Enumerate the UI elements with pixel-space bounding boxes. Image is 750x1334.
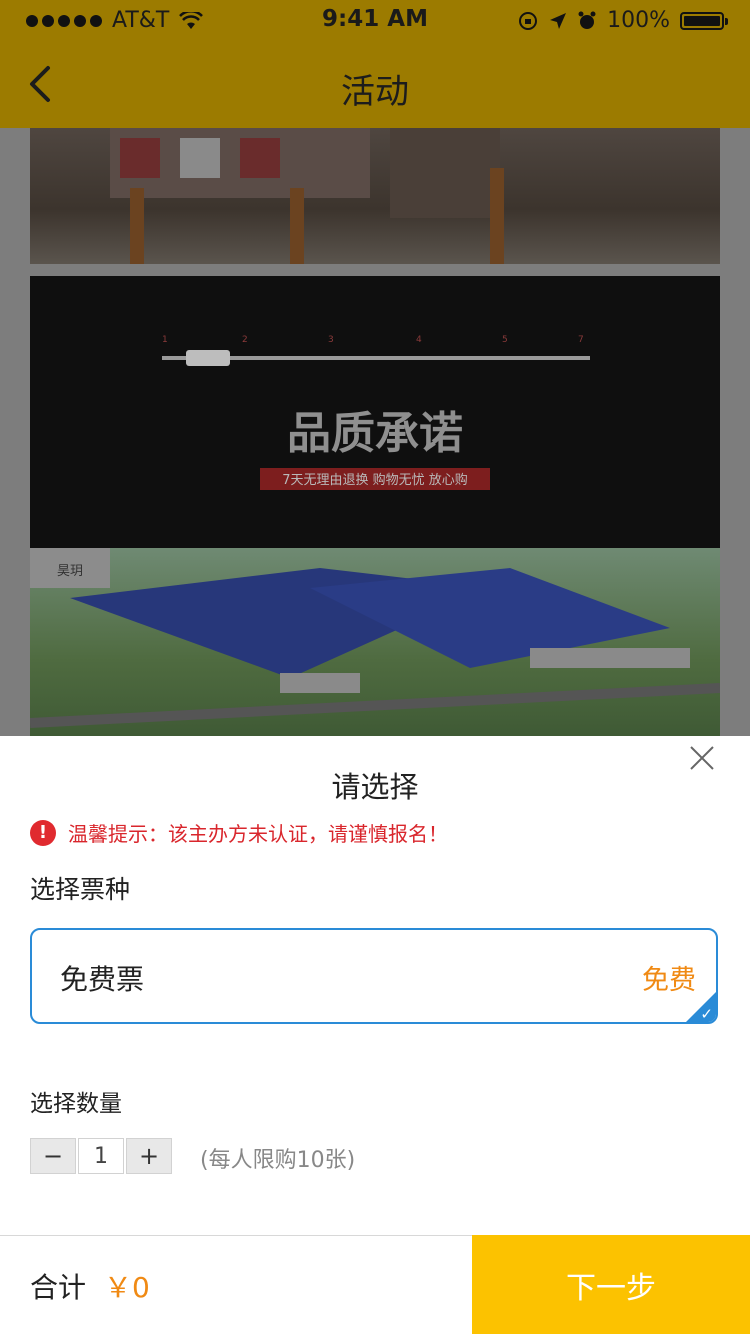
background-image-factory: 昊玥 xyxy=(30,548,720,736)
banner-subline: 7天无理由退换 购物无忧 放心购 xyxy=(282,472,468,488)
footer-bar: 合计 ￥0 下一步 xyxy=(0,1235,750,1334)
ticket-option-free[interactable]: 免费票 免费 ✓ xyxy=(30,928,718,1024)
scale-label-5: 5 xyxy=(502,335,508,345)
rotation-lock-icon xyxy=(519,11,538,30)
factory-logo: 昊玥 xyxy=(57,564,83,579)
close-icon[interactable] xyxy=(688,744,716,772)
scale-label-2: 2 xyxy=(242,335,248,345)
quantity-value[interactable]: 1 xyxy=(78,1138,124,1174)
increase-button[interactable]: + xyxy=(126,1138,172,1174)
top-bar: AT&T 9:41 AM 100% 活动 xyxy=(0,0,750,128)
total-amount: ￥0 xyxy=(104,1271,150,1304)
scale-label-7: 7 xyxy=(578,335,584,345)
background-image-furniture xyxy=(30,128,720,264)
quantity-stepper: − 1 + xyxy=(30,1138,172,1174)
purchase-limit-note: (每人限购10张) xyxy=(200,1148,356,1173)
battery-percent: 100% xyxy=(607,8,670,33)
total-area: 合计 ￥0 xyxy=(0,1235,472,1334)
decrease-button[interactable]: − xyxy=(30,1138,76,1174)
page-title: 活动 xyxy=(341,72,409,112)
location-icon xyxy=(550,12,567,29)
warning-icon: ! xyxy=(30,819,56,846)
total-label: 合计 xyxy=(30,1271,87,1304)
scale-label-3: 3 xyxy=(328,335,334,345)
status-right-group: 100% xyxy=(517,8,728,33)
status-bar: AT&T 9:41 AM 100% xyxy=(0,0,750,40)
check-icon: ✓ xyxy=(700,1005,713,1023)
warning-notice: ! 温馨提示：该主办方未认证，请谨慎报名！ xyxy=(30,818,448,847)
ticket-section-label: 选择票种 xyxy=(30,875,131,904)
background-image-quality-promise: 1 2 3 4 5 7 品质承诺 7天无理由退换 购物无忧 放心购 xyxy=(30,276,720,548)
scale-label-1: 1 xyxy=(162,335,168,345)
next-step-button[interactable]: 下一步 xyxy=(472,1235,750,1334)
battery-icon xyxy=(680,11,728,30)
quantity-section-label: 选择数量 xyxy=(30,1091,122,1117)
warning-text: 温馨提示：该主办方未认证，请谨慎报名！ xyxy=(68,822,448,846)
ticket-name: 免费票 xyxy=(60,963,145,996)
alarm-icon xyxy=(578,11,596,29)
banner-headline: 品质承诺 xyxy=(287,408,463,459)
scale-label-4: 4 xyxy=(416,335,422,345)
sheet-title: 请选择 xyxy=(331,770,419,804)
